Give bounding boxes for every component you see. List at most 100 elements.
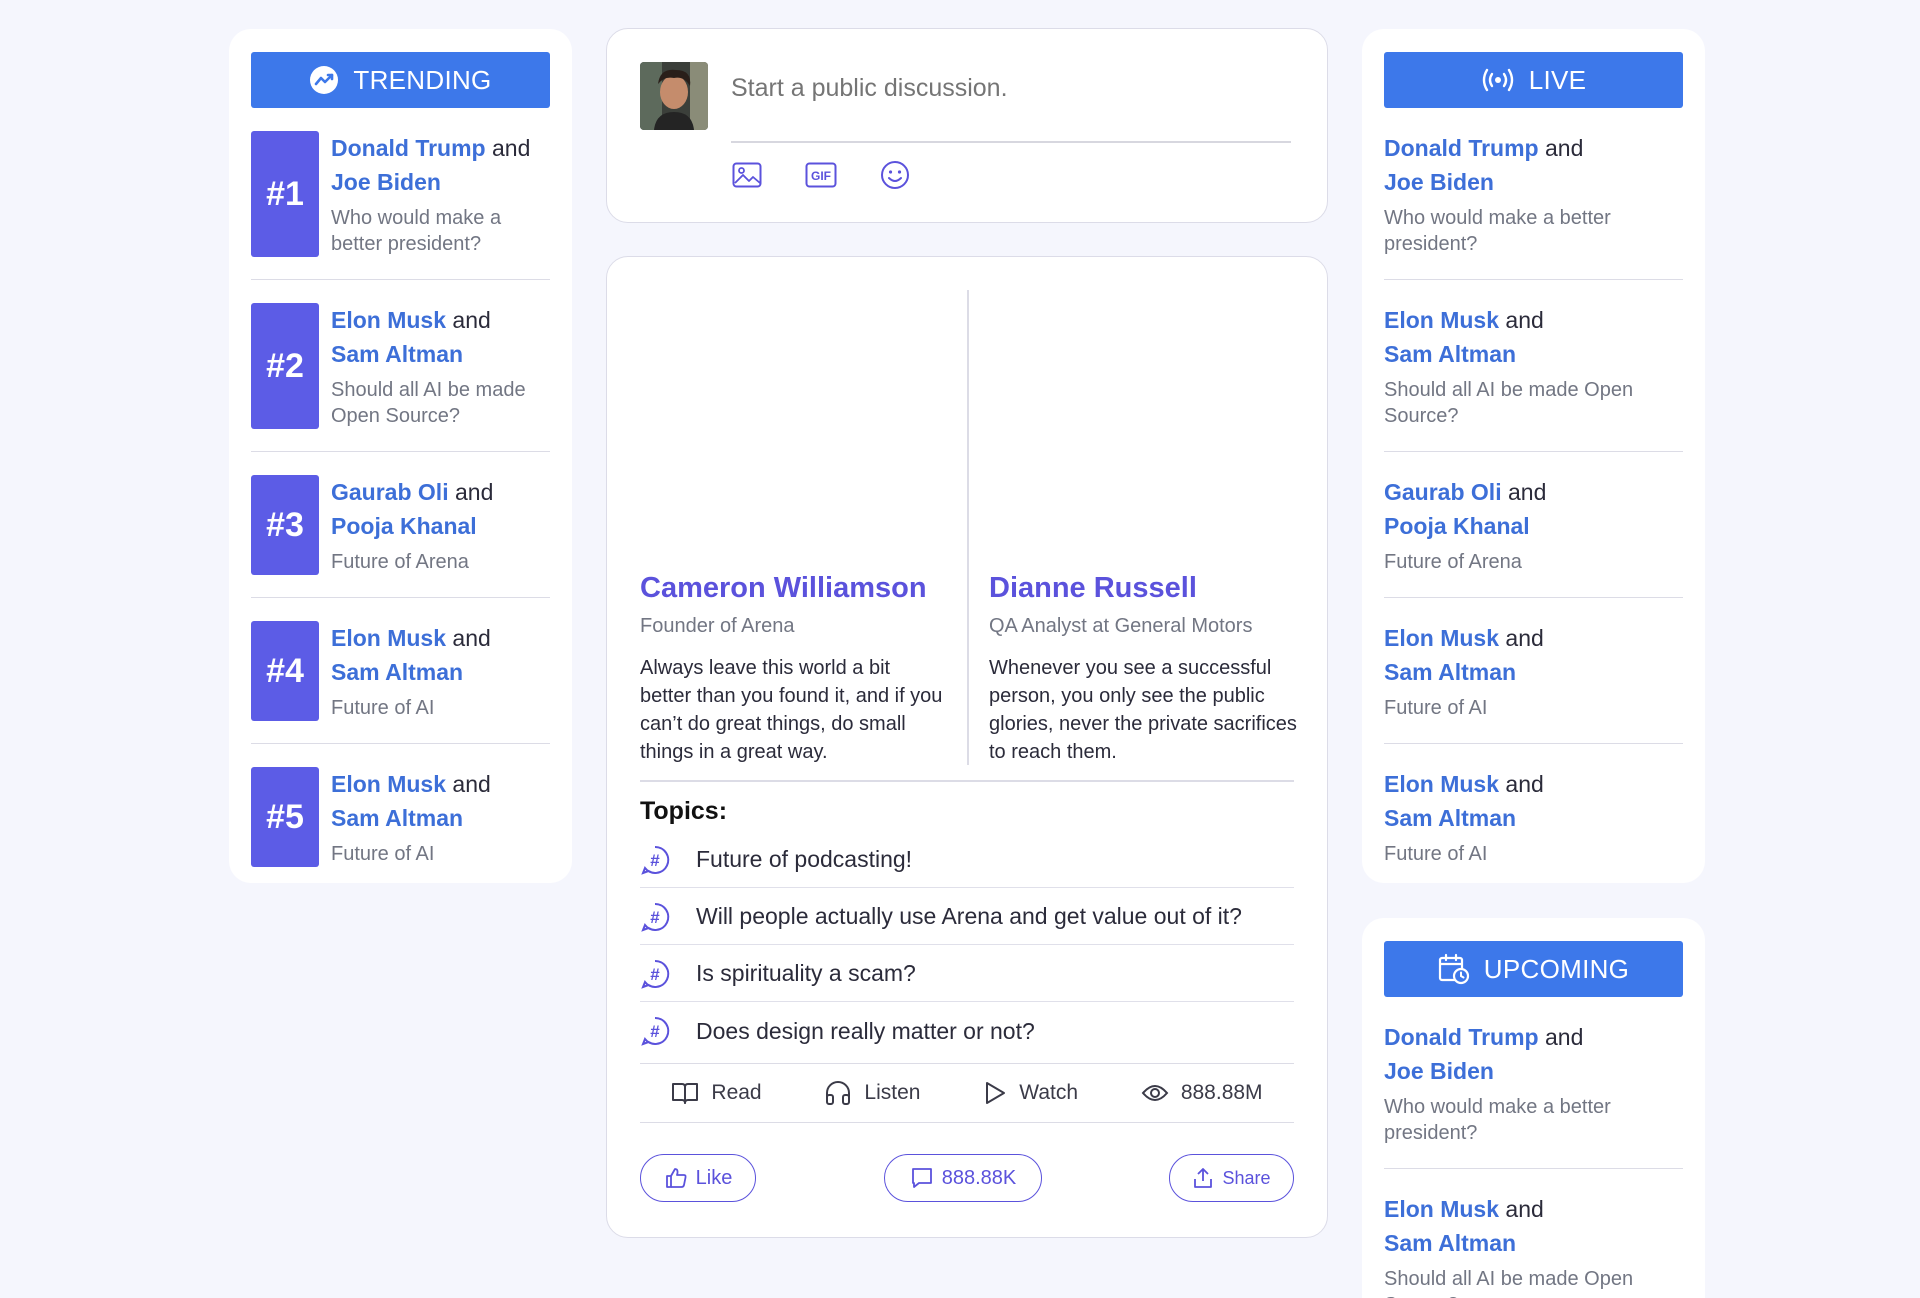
joiner-text: and [1507, 479, 1547, 505]
live-list: Donald Trump and Joe Biden Who would mak… [1384, 108, 1683, 889]
topic-item[interactable]: # Future of podcasting! [640, 832, 1294, 888]
avatar[interactable] [640, 62, 708, 130]
joiner-text: and [1545, 135, 1584, 161]
section-divider [640, 780, 1294, 782]
share-button[interactable]: Share [1169, 1154, 1294, 1202]
live-item[interactable]: Elon Musk and Sam Altman Future of AI [1384, 744, 1683, 889]
debate-question: Who would make a better president? [1384, 207, 1611, 255]
participant-link[interactable]: Donald Trump [331, 135, 486, 161]
participant-link[interactable]: Joe Biden [331, 169, 441, 195]
upcoming-item[interactable]: Donald Trump and Joe Biden Who would mak… [1384, 997, 1683, 1169]
trending-item[interactable]: #2 Elon Musk and Sam Altman Should all A… [251, 280, 550, 452]
watch-button[interactable]: Watch [983, 1080, 1078, 1106]
participant-link[interactable]: Sam Altman [1384, 805, 1516, 831]
hashtag-chat-icon: # [641, 1016, 670, 1046]
participant-link[interactable]: Sam Altman [1384, 659, 1516, 685]
eye-icon [1141, 1085, 1169, 1101]
upcoming-panel: UPCOMING Donald Trump and Joe Biden Who … [1362, 918, 1705, 1298]
participant-link[interactable]: Gaurab Oli [1384, 479, 1502, 505]
participant-name[interactable]: Cameron Williamson [640, 572, 945, 605]
input-underline [731, 141, 1291, 143]
live-header[interactable]: LIVE [1384, 52, 1683, 108]
participant-link[interactable]: Gaurab Oli [331, 479, 449, 505]
participant-link[interactable]: Elon Musk [1384, 307, 1499, 333]
participant-link[interactable]: Donald Trump [1384, 135, 1539, 161]
participant-link[interactable]: Sam Altman [331, 341, 463, 367]
participant-divider [967, 290, 969, 765]
svg-text:#: # [650, 908, 660, 927]
participant-link[interactable]: Joe Biden [1384, 1058, 1494, 1084]
debate-question: Who would make a better president? [1384, 1096, 1611, 1144]
participant-link[interactable]: Elon Musk [331, 771, 446, 797]
participant-link[interactable]: Sam Altman [1384, 341, 1516, 367]
trending-list: #1 Donald Trump and Joe Biden Who would … [251, 108, 550, 889]
image-icon[interactable] [731, 159, 763, 191]
participant-link[interactable]: Joe Biden [1384, 169, 1494, 195]
participant-link[interactable]: Elon Musk [1384, 625, 1499, 651]
participant-left: Cameron Williamson Founder of Arena Alwa… [640, 572, 945, 766]
rank-badge: #2 [251, 303, 319, 429]
trending-item[interactable]: #4 Elon Musk and Sam Altman Future of AI [251, 598, 550, 744]
read-button[interactable]: Read [671, 1081, 762, 1105]
listen-button[interactable]: Listen [824, 1080, 920, 1106]
read-label: Read [711, 1081, 762, 1104]
joiner-text: and [1545, 1024, 1584, 1050]
topic-item[interactable]: # Is spirituality a scam? [640, 946, 1294, 1002]
composer-toolbar: GIF [731, 159, 911, 191]
like-button[interactable]: Like [640, 1154, 756, 1202]
emoji-icon[interactable] [879, 159, 911, 191]
participant-link[interactable]: Elon Musk [331, 625, 446, 651]
listen-label: Listen [864, 1081, 921, 1104]
debate-question: Who would make a better president? [331, 207, 502, 255]
trending-header[interactable]: TRENDING [251, 52, 550, 108]
trending-up-icon [310, 66, 339, 94]
participant-link[interactable]: Elon Musk [1384, 1196, 1499, 1222]
participant-link[interactable]: Sam Altman [1384, 1230, 1516, 1256]
headphones-icon [826, 1081, 851, 1105]
book-icon [672, 1083, 699, 1104]
trending-item[interactable]: #1 Donald Trump and Joe Biden Who would … [251, 108, 550, 280]
participant-link[interactable]: Sam Altman [331, 659, 463, 685]
svg-text:#: # [650, 965, 660, 984]
live-item[interactable]: Elon Musk and Sam Altman Should all AI b… [1384, 280, 1683, 452]
trending-item[interactable]: #5 Elon Musk and Sam Altman Future of AI [251, 744, 550, 889]
debate-question: Future of AI [1384, 697, 1488, 719]
gif-icon[interactable]: GIF [805, 159, 837, 191]
debate-question: Future of AI [331, 697, 435, 719]
hashtag-chat-icon: # [641, 845, 670, 875]
topic-item[interactable]: # Will people actually use Arena and get… [640, 889, 1294, 945]
comments-button[interactable]: 888.88K [884, 1154, 1042, 1202]
live-item[interactable]: Donald Trump and Joe Biden Who would mak… [1384, 108, 1683, 280]
rank-badge: #4 [251, 621, 319, 721]
broadcast-icon [1482, 68, 1513, 92]
topic-item[interactable]: # Does design really matter or not? [640, 1003, 1294, 1059]
participant-link[interactable]: Pooja Khanal [331, 513, 477, 539]
svg-text:#: # [650, 1022, 660, 1041]
hashtag-chat-icon: # [641, 959, 670, 989]
participant-link[interactable]: Pooja Khanal [1384, 513, 1530, 539]
upcoming-header[interactable]: UPCOMING [1384, 941, 1683, 997]
participant-link[interactable]: Sam Altman [331, 805, 463, 831]
live-item[interactable]: Gaurab Oli and Pooja Khanal Future of Ar… [1384, 452, 1683, 598]
upcoming-item[interactable]: Elon Musk and Sam Altman Should all AI b… [1384, 1169, 1683, 1298]
joiner-text: and [1505, 771, 1544, 797]
trending-title: TRENDING [353, 64, 492, 95]
live-item[interactable]: Elon Musk and Sam Altman Future of AI [1384, 598, 1683, 744]
like-label: Like [695, 1166, 733, 1189]
participant-link[interactable]: Donald Trump [1384, 1024, 1539, 1050]
participant-title: Founder of Arena [640, 615, 795, 637]
trending-panel: TRENDING #1 Donald Trump and Joe Biden W… [229, 29, 572, 883]
debate-card: Cameron Williamson Founder of Arena Alwa… [606, 256, 1328, 1238]
views-value: 888.88M [1180, 1081, 1263, 1104]
participant-quote: Always leave this world a bit better tha… [640, 657, 943, 763]
comment-icon [911, 1168, 932, 1188]
trending-item[interactable]: #3 Gaurab Oli and Pooja Khanal Future of… [251, 452, 550, 598]
discussion-input[interactable] [731, 74, 1291, 103]
participant-link[interactable]: Elon Musk [331, 307, 446, 333]
joiner-text: and [452, 625, 491, 651]
participant-link[interactable]: Elon Musk [1384, 771, 1499, 797]
participant-name[interactable]: Dianne Russell [989, 572, 1299, 605]
topic-text: Will people actually use Arena and get v… [696, 903, 1242, 929]
hashtag-chat-icon: # [641, 902, 670, 932]
thumbs-up-icon [665, 1168, 687, 1188]
